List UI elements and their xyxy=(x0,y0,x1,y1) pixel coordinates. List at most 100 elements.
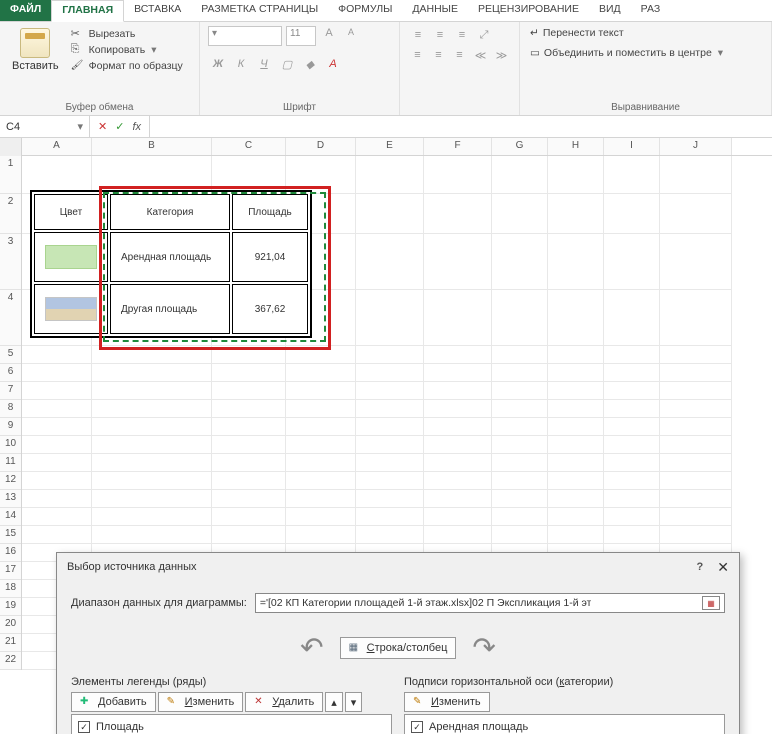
cut-button[interactable]: Вырезать xyxy=(69,26,185,42)
wrap-icon: ↵ xyxy=(530,27,539,39)
formula-bar: C4▾ ✕ ✓ fx xyxy=(0,116,772,138)
th-area: Площадь xyxy=(232,194,308,230)
dialog-titlebar: Выбор источника данных ? ✕ xyxy=(57,553,739,581)
font-name-select[interactable]: ▾ xyxy=(208,26,282,46)
align-left-button[interactable]: ≡ xyxy=(408,46,427,64)
row-header[interactable]: 12 xyxy=(0,472,21,490)
list-item[interactable]: ✓Площадь xyxy=(78,719,385,734)
column-header[interactable]: E xyxy=(356,138,424,155)
row-header[interactable]: 15 xyxy=(0,526,21,544)
font-color-button[interactable]: A xyxy=(323,58,343,78)
formula-input[interactable] xyxy=(150,116,772,137)
row-header[interactable]: 20 xyxy=(0,616,21,634)
row-header[interactable]: 1 xyxy=(0,156,21,194)
name-box[interactable]: C4▾ xyxy=(0,116,90,137)
series-list[interactable]: ✓Площадь xyxy=(71,714,392,734)
row-header[interactable]: 14 xyxy=(0,508,21,526)
decrease-font-button[interactable]: A xyxy=(342,27,360,45)
column-header[interactable]: C xyxy=(212,138,286,155)
align-right-button[interactable]: ≡ xyxy=(450,46,469,64)
list-item[interactable]: ✓Арендная площадь xyxy=(411,719,718,734)
categories-edit-button[interactable]: Изменить xyxy=(404,692,490,712)
series-move-up-button[interactable]: ▴ xyxy=(325,692,343,712)
tab-insert[interactable]: ВСТАВКА xyxy=(124,0,191,21)
tab-view[interactable]: ВИД xyxy=(589,0,631,21)
row-header[interactable]: 16 xyxy=(0,544,21,562)
column-header[interactable]: B xyxy=(92,138,212,155)
row-header[interactable]: 11 xyxy=(0,454,21,472)
series-add-button[interactable]: Добавить xyxy=(71,692,156,712)
underline-button[interactable]: Ч xyxy=(254,58,274,78)
align-top-button[interactable]: ≡ xyxy=(408,26,428,44)
series-move-down-button[interactable]: ▾ xyxy=(345,692,363,712)
checkbox-checked-icon[interactable]: ✓ xyxy=(411,721,423,733)
merge-center-button[interactable]: ▭Объединить и поместить в центре▾ xyxy=(528,46,763,60)
borders-button[interactable]: ▢ xyxy=(277,58,297,78)
fill-color-button[interactable]: ◆ xyxy=(300,58,320,78)
paste-label: Вставить xyxy=(12,60,59,72)
tab-formulas[interactable]: ФОРМУЛЫ xyxy=(328,0,402,21)
row-header[interactable]: 2 xyxy=(0,194,21,234)
range-picker-button[interactable]: ▦ xyxy=(702,596,720,610)
row-header[interactable]: 21 xyxy=(0,634,21,652)
tab-data[interactable]: ДАННЫЕ xyxy=(402,0,468,21)
series-edit-button[interactable]: Изменить xyxy=(158,692,244,712)
categories-list[interactable]: ✓Арендная площадь ✓Другая площадь xyxy=(404,714,725,734)
format-painter-button[interactable]: Формат по образцу xyxy=(69,58,185,74)
bold-button[interactable]: Ж xyxy=(208,58,228,78)
font-size-select[interactable]: 11 xyxy=(286,26,316,46)
row-header[interactable]: 17 xyxy=(0,562,21,580)
close-button[interactable]: ✕ xyxy=(717,559,729,576)
column-header[interactable]: F xyxy=(424,138,492,155)
checkbox-checked-icon[interactable]: ✓ xyxy=(78,721,90,733)
row-header[interactable]: 6 xyxy=(0,364,21,382)
indent-decrease-button[interactable]: ≪ xyxy=(471,46,490,64)
paste-button[interactable]: Вставить xyxy=(8,26,63,102)
row-header[interactable]: 7 xyxy=(0,382,21,400)
confirm-edit-button[interactable]: ✓ xyxy=(115,120,124,133)
axis-categories-panel: Подписи горизонтальной оси (категории) И… xyxy=(404,676,725,734)
column-header[interactable]: I xyxy=(604,138,660,155)
tab-file[interactable]: ФАЙЛ xyxy=(0,0,51,21)
merge-icon: ▭ xyxy=(530,47,540,59)
tab-more[interactable]: РАЗ xyxy=(631,0,671,21)
row-header[interactable]: 22 xyxy=(0,652,21,670)
help-button[interactable]: ? xyxy=(697,561,704,573)
row-header[interactable]: 3 xyxy=(0,234,21,290)
row-header[interactable]: 18 xyxy=(0,580,21,598)
column-header[interactable]: H xyxy=(548,138,604,155)
tab-page-layout[interactable]: РАЗМЕТКА СТРАНИЦЫ xyxy=(191,0,328,21)
column-header[interactable]: J xyxy=(660,138,732,155)
align-center-button[interactable]: ≡ xyxy=(429,46,448,64)
range-label: Диапазон данных для диаграммы: xyxy=(71,597,247,609)
row-header[interactable]: 8 xyxy=(0,400,21,418)
row-header[interactable]: 10 xyxy=(0,436,21,454)
increase-font-button[interactable]: A xyxy=(320,27,338,45)
orientation-button[interactable]: ⤢ xyxy=(474,26,494,44)
select-all-corner[interactable] xyxy=(0,138,22,156)
copy-button[interactable]: Копировать▾ xyxy=(69,42,185,58)
row-header[interactable]: 19 xyxy=(0,598,21,616)
tab-review[interactable]: РЕЦЕНЗИРОВАНИЕ xyxy=(468,0,589,21)
column-header[interactable]: A xyxy=(22,138,92,155)
row-header[interactable]: 13 xyxy=(0,490,21,508)
fx-button[interactable]: fx xyxy=(132,121,141,133)
chart-data-range-input[interactable]: ='[02 КП Категории площадей 1-й этаж.xls… xyxy=(255,593,725,613)
align-middle-button[interactable]: ≡ xyxy=(430,26,450,44)
column-header[interactable]: G xyxy=(492,138,548,155)
column-header[interactable]: D xyxy=(286,138,356,155)
italic-button[interactable]: К xyxy=(231,58,251,78)
row-header[interactable]: 9 xyxy=(0,418,21,436)
color-swatch-green xyxy=(45,245,97,269)
select-data-source-dialog: Выбор источника данных ? ✕ Диапазон данн… xyxy=(56,552,740,734)
align-bottom-button[interactable]: ≡ xyxy=(452,26,472,44)
cancel-edit-button[interactable]: ✕ xyxy=(98,120,107,133)
cell-cat-1: Другая площадь xyxy=(110,284,230,334)
series-delete-button[interactable]: Удалить xyxy=(245,692,323,712)
tab-home[interactable]: ГЛАВНАЯ xyxy=(51,0,124,22)
indent-increase-button[interactable]: ≫ xyxy=(492,46,511,64)
wrap-text-button[interactable]: ↵Перенести текст xyxy=(528,26,763,40)
switch-row-column-button[interactable]: Строка/столбец xyxy=(340,637,457,659)
row-header[interactable]: 5 xyxy=(0,346,21,364)
row-header[interactable]: 4 xyxy=(0,290,21,346)
